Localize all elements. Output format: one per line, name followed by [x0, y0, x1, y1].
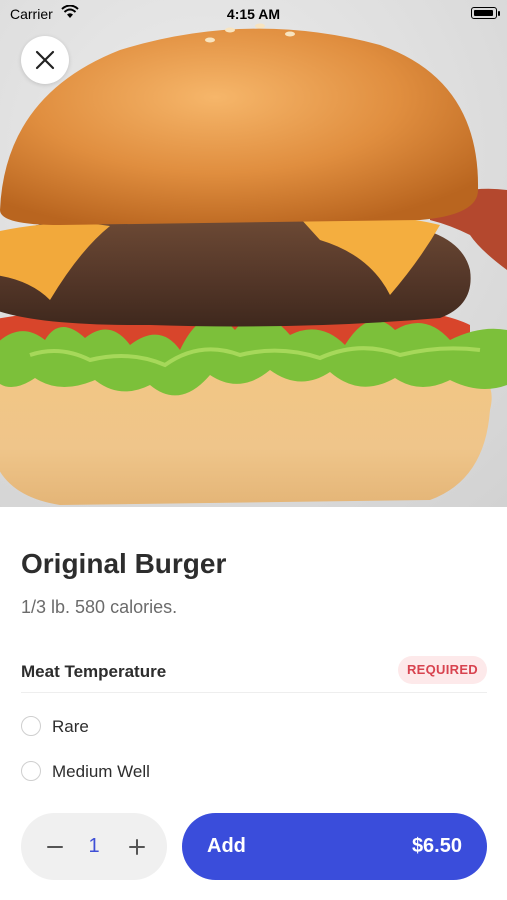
plus-icon — [129, 839, 145, 855]
radio-button[interactable] — [21, 716, 41, 736]
modifier-group-header: Meat Temperature REQUIRED — [21, 656, 487, 693]
quantity-stepper: 1 — [21, 813, 167, 880]
required-badge: REQUIRED — [397, 656, 487, 684]
minus-icon — [47, 846, 63, 848]
hero-image — [0, 0, 507, 507]
add-button-label: Add — [207, 835, 246, 857]
close-icon — [35, 50, 55, 70]
burger-illustration — [0, 23, 507, 505]
battery-icon — [471, 7, 500, 19]
add-button-price: $6.50 — [411, 835, 462, 857]
item-description: 1/3 lb. 580 calories. — [21, 597, 178, 617]
option-label: Rare — [52, 717, 89, 736]
item-title: Original Burger — [21, 548, 227, 579]
modifier-group-label: Meat Temperature — [21, 662, 167, 681]
decrement-button[interactable] — [41, 833, 69, 861]
option-label: Medium Well — [52, 762, 150, 781]
increment-button[interactable] — [123, 833, 151, 861]
battery-level — [474, 10, 493, 16]
radio-button[interactable] — [21, 761, 41, 781]
close-button[interactable] — [21, 36, 69, 84]
quantity-value: 1 — [88, 835, 100, 857]
status-time: 4:15 AM — [226, 6, 281, 22]
option-medium-well[interactable]: Medium Well — [21, 761, 321, 785]
status-bar: Carrier 4:15 AM — [0, 0, 507, 30]
option-rare[interactable]: Rare — [21, 716, 321, 740]
add-to-cart-button[interactable]: Add $6.50 — [182, 813, 487, 880]
